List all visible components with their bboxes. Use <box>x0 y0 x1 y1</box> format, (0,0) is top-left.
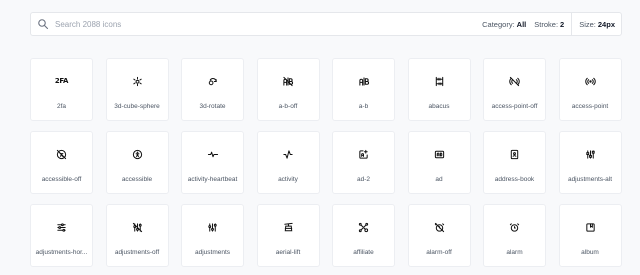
icon-tile[interactable]: 3d-rotate <box>181 58 244 121</box>
filter-group: Category: All Stroke: 2 Size: 24px <box>482 12 615 36</box>
icon-tile[interactable]: activity-heartbeat <box>181 131 244 194</box>
icon-tile[interactable]: activity <box>256 131 320 194</box>
size-filter-value: 24px <box>597 19 615 29</box>
icon-tile[interactable]: 3d-cube-sphere <box>105 58 169 121</box>
icon-label: alarm-off <box>426 249 452 256</box>
icon-tile[interactable]: affiliate <box>332 204 395 267</box>
stroke-filter[interactable]: Stroke: 2 <box>534 20 564 29</box>
icon-tile[interactable]: adjustments-hor... <box>30 204 93 267</box>
icon-tile[interactable]: alarm-off <box>407 204 471 267</box>
icon-label: a-b-off <box>278 103 298 110</box>
ad-2-icon <box>358 148 370 160</box>
icon-tile[interactable]: a-b <box>332 58 395 121</box>
icon-label: 2fa <box>56 103 67 110</box>
icon-tile[interactable]: accessible <box>105 131 169 194</box>
a-b-off-icon <box>282 75 294 87</box>
access-point-icon <box>584 75 596 87</box>
activity-icon <box>282 148 294 160</box>
icon-tile[interactable]: aerial-lift <box>256 204 320 267</box>
icon-label: aerial-lift <box>275 249 301 256</box>
stroke-filter-value: 2 <box>560 19 565 29</box>
accessible-icon <box>131 148 143 160</box>
icon-tile[interactable]: access-point-off <box>483 58 546 121</box>
icon-tile[interactable]: a-b-off <box>256 58 320 121</box>
icon-label: access-point-off <box>491 103 538 110</box>
icon-label: accessible-off <box>41 176 82 183</box>
alarm-off-icon <box>433 221 445 233</box>
album-icon <box>584 221 596 233</box>
icon-label: ad-2 <box>356 176 370 183</box>
3d-rotate-icon <box>207 75 219 87</box>
stroke-filter-label: Stroke: <box>534 19 559 29</box>
abacus-icon <box>433 75 445 87</box>
3d-cube-sphere-icon <box>131 75 143 87</box>
icon-label: address-book <box>494 176 535 183</box>
icon-label: alarm <box>506 249 523 256</box>
icon-tile[interactable]: access-point <box>558 58 622 121</box>
category-filter[interactable]: Category: All <box>482 20 526 29</box>
icon-tile[interactable]: ad <box>407 131 471 194</box>
icon-tile[interactable]: adjustments <box>181 204 244 267</box>
icon-tile[interactable]: 2FA 2fa <box>30 58 93 121</box>
icon-label: access-point <box>571 103 609 110</box>
alarm-icon <box>509 221 521 233</box>
search-icon <box>37 17 51 31</box>
icon-label: accessible <box>121 176 153 183</box>
icon-label: ad <box>435 176 443 183</box>
icon-tile[interactable]: accessible-off <box>30 131 93 194</box>
icon-label: adjustments-alt <box>567 176 613 183</box>
adjustments-off-icon <box>131 221 143 233</box>
icon-label: adjustments <box>194 249 231 256</box>
icon-label: activity-heartbeat <box>187 176 238 183</box>
category-filter-value: All <box>516 19 527 29</box>
icon-label: adjustments-hor... <box>35 249 88 256</box>
icon-tile[interactable]: ad-2 <box>332 131 395 194</box>
icon-tile[interactable]: address-book <box>483 131 546 194</box>
icon-label: abacus <box>428 103 450 110</box>
icon-tile[interactable]: adjustments-alt <box>558 131 622 194</box>
aerial-lift-icon <box>282 221 294 233</box>
accessible-off-icon <box>56 148 68 160</box>
icon-label: album <box>581 249 599 256</box>
category-filter-label: Category: <box>482 19 515 29</box>
access-point-off-icon <box>509 75 521 87</box>
icon-tile[interactable]: alarm <box>483 204 546 267</box>
search-input[interactable] <box>55 19 483 29</box>
icon-label: affiliate <box>353 249 374 256</box>
2fa-icon: 2FA <box>54 77 69 85</box>
ad-icon <box>433 148 445 160</box>
search-bar: Category: All Stroke: 2 Size: 24px <box>30 12 622 36</box>
icon-tile[interactable]: album <box>558 204 622 267</box>
size-filter[interactable]: Size: 24px <box>579 20 615 29</box>
icon-label: adjustments-off <box>114 249 160 256</box>
icon-tile[interactable]: adjustments-off <box>105 204 169 267</box>
icon-grid: 2FA 2fa 3d-cube-sphere 3d-rotate a-b-off… <box>30 58 622 267</box>
icon-label: a-b <box>358 103 369 110</box>
divider <box>571 12 573 36</box>
size-filter-label: Size: <box>579 19 596 29</box>
icon-tile[interactable]: abacus <box>407 58 471 121</box>
icon-label: 3d-rotate <box>199 103 226 110</box>
affiliate-icon <box>358 221 370 233</box>
icon-label: 3d-cube-sphere <box>114 103 160 110</box>
adjustments-horizontal-icon <box>56 221 68 233</box>
icon-label: activity <box>278 176 298 183</box>
address-book-icon <box>509 148 521 160</box>
a-b-icon <box>358 75 370 87</box>
adjustments-alt-icon <box>584 148 596 160</box>
adjustments-icon <box>207 221 219 233</box>
activity-heartbeat-icon <box>207 148 219 160</box>
